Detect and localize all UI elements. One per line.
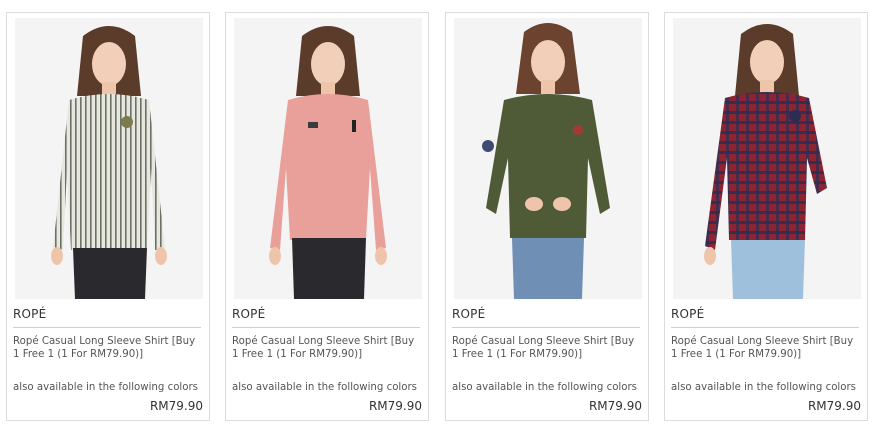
product-name[interactable]: Ropé Casual Long Sleeve Shirt [Buy 1 Fre… (232, 335, 422, 361)
product-price: RM79.90 (368, 399, 422, 413)
product-price: RM79.90 (807, 399, 861, 413)
product-price: RM79.90 (149, 399, 203, 413)
product-brand[interactable]: ROPÉ (452, 307, 485, 321)
divider (13, 327, 201, 328)
product-image[interactable] (234, 18, 422, 299)
product-brand[interactable]: ROPÉ (13, 307, 46, 321)
product-name[interactable]: Ropé Casual Long Sleeve Shirt [Buy 1 Fre… (452, 335, 642, 361)
divider (452, 327, 640, 328)
color-availability-text: also available in the following colors (452, 382, 637, 393)
product-card[interactable]: ROPÉ Ropé Casual Long Sleeve Shirt [Buy … (664, 12, 868, 421)
divider (671, 327, 859, 328)
product-price: RM79.90 (588, 399, 642, 413)
product-image[interactable] (673, 18, 861, 299)
product-grid: ROPÉ Ropé Casual Long Sleeve Shirt [Buy … (6, 12, 878, 423)
product-brand[interactable]: ROPÉ (232, 307, 265, 321)
product-image[interactable] (15, 18, 203, 299)
product-card[interactable]: ROPÉ Ropé Casual Long Sleeve Shirt [Buy … (225, 12, 429, 421)
product-name[interactable]: Ropé Casual Long Sleeve Shirt [Buy 1 Fre… (671, 335, 861, 361)
divider (232, 327, 420, 328)
color-availability-text: also available in the following colors (13, 382, 198, 393)
product-image[interactable] (454, 18, 642, 299)
product-name[interactable]: Ropé Casual Long Sleeve Shirt [Buy 1 Fre… (13, 335, 203, 361)
color-availability-text: also available in the following colors (671, 382, 856, 393)
product-brand[interactable]: ROPÉ (671, 307, 704, 321)
product-card[interactable]: ROPÉ Ropé Casual Long Sleeve Shirt [Buy … (6, 12, 210, 421)
color-availability-text: also available in the following colors (232, 382, 417, 393)
product-card[interactable]: ROPÉ Ropé Casual Long Sleeve Shirt [Buy … (445, 12, 649, 421)
